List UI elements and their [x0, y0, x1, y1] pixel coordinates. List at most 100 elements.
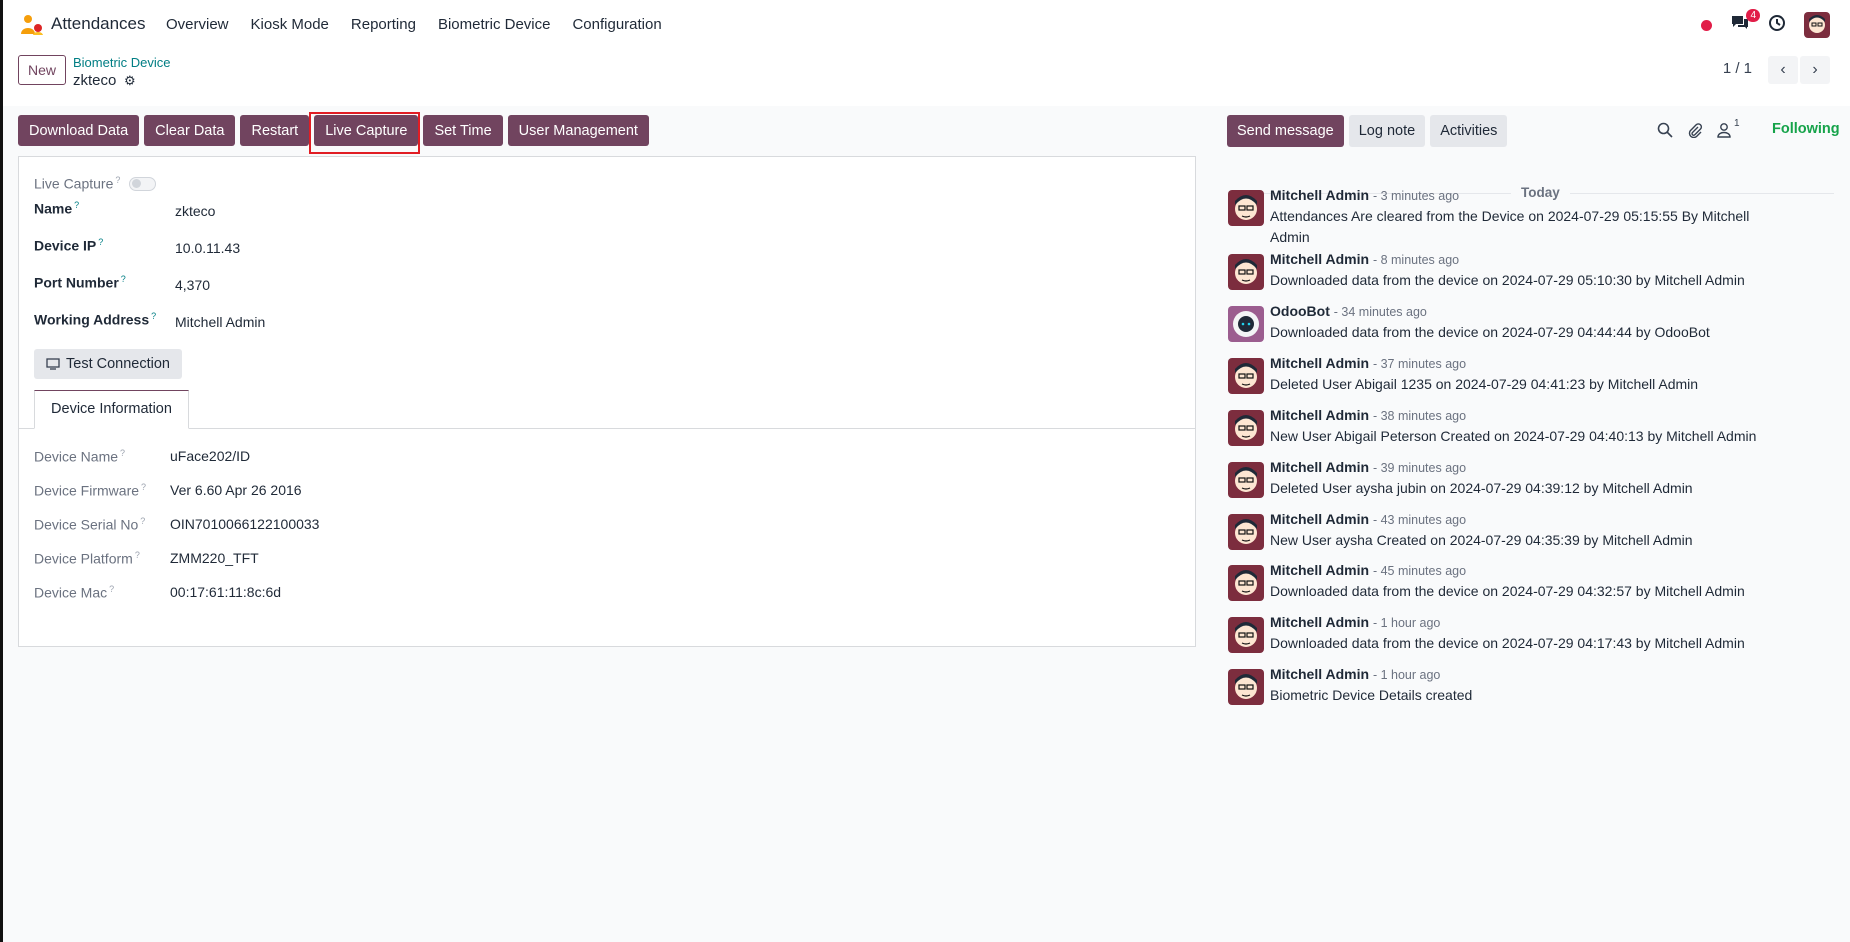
message-date: - 34 minutes ago — [1333, 305, 1427, 319]
message-author-name[interactable]: Mitchell Admin — [1270, 666, 1369, 682]
menu-item-reporting[interactable]: Reporting — [351, 16, 416, 33]
help-icon[interactable]: ? — [98, 237, 103, 247]
message-author[interactable]: Mitchell Admin - 8 minutes ago — [1270, 251, 1459, 267]
field-value-port-number[interactable]: 4,370 — [175, 277, 210, 293]
message-date: - 1 hour ago — [1372, 668, 1441, 682]
paperclip-icon[interactable] — [1687, 122, 1703, 138]
following-button[interactable]: Following — [1772, 121, 1840, 137]
message-author[interactable]: OdooBot - 34 minutes ago — [1270, 303, 1427, 319]
message-author[interactable]: Mitchell Admin - 38 minutes ago — [1270, 407, 1466, 423]
author-avatar[interactable] — [1228, 617, 1264, 653]
help-icon[interactable]: ? — [74, 200, 79, 210]
tab-device-information[interactable]: Device Information — [34, 390, 189, 429]
message-date: - 8 minutes ago — [1372, 253, 1460, 267]
followers-icon[interactable]: 1 — [1717, 118, 1740, 138]
info-label-device-name: Device Name? — [34, 448, 126, 465]
field-label-device-ip: Device IP? — [34, 237, 104, 254]
form-sheet: Live Capture? Name? zkteco Device IP? 10… — [18, 156, 1196, 647]
restart-button[interactable]: Restart — [240, 115, 310, 146]
user-avatar[interactable] — [1804, 12, 1830, 38]
author-avatar[interactable] — [1228, 462, 1264, 498]
help-icon[interactable]: ? — [120, 448, 125, 458]
author-avatar[interactable] — [1228, 669, 1264, 705]
gear-icon[interactable]: ⚙ — [124, 73, 136, 89]
app-name[interactable]: Attendances — [51, 14, 146, 34]
message-body: Downloaded data from the device on 2024-… — [1270, 324, 1710, 340]
clock-icon[interactable] — [1768, 14, 1786, 36]
message-author-name[interactable]: OdooBot — [1270, 303, 1330, 319]
pager-previous-icon[interactable]: ‹ — [1768, 56, 1798, 84]
help-icon[interactable]: ? — [141, 482, 146, 492]
message-author-name[interactable]: Mitchell Admin — [1270, 187, 1369, 203]
field-value-device-ip[interactable]: 10.0.11.43 — [175, 240, 240, 256]
search-icon[interactable] — [1657, 122, 1673, 138]
new-button[interactable]: New — [18, 55, 66, 85]
pager-value[interactable]: 1 / 1 — [1723, 60, 1752, 77]
recording-status-icon[interactable] — [1701, 19, 1712, 31]
chatter-icons: 1 — [1657, 118, 1740, 138]
download-data-button[interactable]: Download Data — [18, 115, 140, 146]
help-icon[interactable]: ? — [151, 311, 156, 321]
record-name: zkteco — [73, 72, 117, 89]
breadcrumb-parent-link[interactable]: Biometric Device — [73, 55, 171, 70]
menu-item-overview[interactable]: Overview — [166, 16, 229, 33]
live-capture-toggle[interactable] — [129, 177, 156, 191]
log-note-button[interactable]: Log note — [1348, 115, 1426, 147]
message-author[interactable]: Mitchell Admin - 39 minutes ago — [1270, 459, 1466, 475]
message-author-name[interactable]: Mitchell Admin — [1270, 614, 1369, 630]
systray: 4 — [1701, 9, 1830, 38]
messaging-icon[interactable]: 4 — [1730, 9, 1760, 36]
message-author-name[interactable]: Mitchell Admin — [1270, 355, 1369, 371]
message-author[interactable]: Mitchell Admin - 1 hour ago — [1270, 666, 1440, 682]
set-time-button[interactable]: Set Time — [423, 115, 503, 146]
help-icon[interactable]: ? — [121, 274, 126, 284]
send-message-button[interactable]: Send message — [1227, 115, 1344, 147]
field-value-name[interactable]: zkteco — [175, 203, 215, 219]
author-avatar[interactable] — [1228, 190, 1264, 226]
author-avatar[interactable] — [1228, 565, 1264, 601]
message-body: Attendances Are cleared from the Device … — [1270, 208, 1750, 245]
help-icon[interactable]: ? — [140, 516, 145, 526]
info-value-device-firmware: Ver 6.60 Apr 26 2016 — [170, 482, 302, 498]
followers-count: 1 — [1734, 118, 1740, 129]
top-navbar: Attendances Overview Kiosk Mode Reportin… — [3, 0, 1850, 51]
message-author-name[interactable]: Mitchell Admin — [1270, 407, 1369, 423]
message-author-name[interactable]: Mitchell Admin — [1270, 511, 1369, 527]
menu-item-kiosk-mode[interactable]: Kiosk Mode — [251, 16, 329, 33]
odoobot-avatar[interactable] — [1228, 306, 1264, 342]
message-author[interactable]: Mitchell Admin - 37 minutes ago — [1270, 355, 1466, 371]
message-author[interactable]: Mitchell Admin - 1 hour ago — [1270, 614, 1440, 630]
clear-data-button[interactable]: Clear Data — [144, 115, 236, 146]
author-avatar[interactable] — [1228, 254, 1264, 290]
message-author-name[interactable]: Mitchell Admin — [1270, 251, 1369, 267]
pager-next-icon[interactable]: › — [1800, 56, 1830, 84]
menu-item-biometric-device[interactable]: Biometric Device — [438, 16, 551, 33]
activities-button[interactable]: Activities — [1430, 115, 1508, 147]
message-author-name[interactable]: Mitchell Admin — [1270, 459, 1369, 475]
attendances-app-icon[interactable] — [20, 14, 44, 36]
menu-item-configuration[interactable]: Configuration — [572, 16, 661, 33]
test-connection-button[interactable]: Test Connection — [34, 349, 182, 379]
help-icon[interactable]: ? — [109, 584, 114, 594]
message-author[interactable]: Mitchell Admin - 43 minutes ago — [1270, 511, 1466, 527]
author-avatar[interactable] — [1228, 410, 1264, 446]
message-author-name[interactable]: Mitchell Admin — [1270, 562, 1369, 578]
info-label-device-mac: Device Mac? — [34, 584, 115, 601]
tab-divider — [19, 428, 1195, 429]
message-body: Deleted User aysha jubin on 2024-07-29 0… — [1270, 480, 1693, 496]
message-date: - 39 minutes ago — [1372, 461, 1467, 475]
author-avatar[interactable] — [1228, 358, 1264, 394]
user-management-button[interactable]: User Management — [507, 115, 649, 146]
field-value-working-address[interactable]: Mitchell Admin — [175, 314, 265, 330]
help-icon[interactable]: ? — [115, 175, 120, 185]
message-date: - 3 minutes ago — [1372, 189, 1460, 203]
help-icon[interactable]: ? — [135, 550, 140, 560]
message-author[interactable]: Mitchell Admin - 45 minutes ago — [1270, 562, 1466, 578]
monitor-icon — [46, 358, 60, 370]
live-capture-highlight-box — [309, 112, 420, 154]
message-date: - 38 minutes ago — [1372, 409, 1467, 423]
author-avatar[interactable] — [1228, 514, 1264, 550]
message-author[interactable]: Mitchell Admin - 3 minutes ago — [1270, 187, 1459, 203]
field-label-working-address: Working Address? — [34, 311, 157, 328]
main-menu: Overview Kiosk Mode Reporting Biometric … — [166, 16, 684, 33]
